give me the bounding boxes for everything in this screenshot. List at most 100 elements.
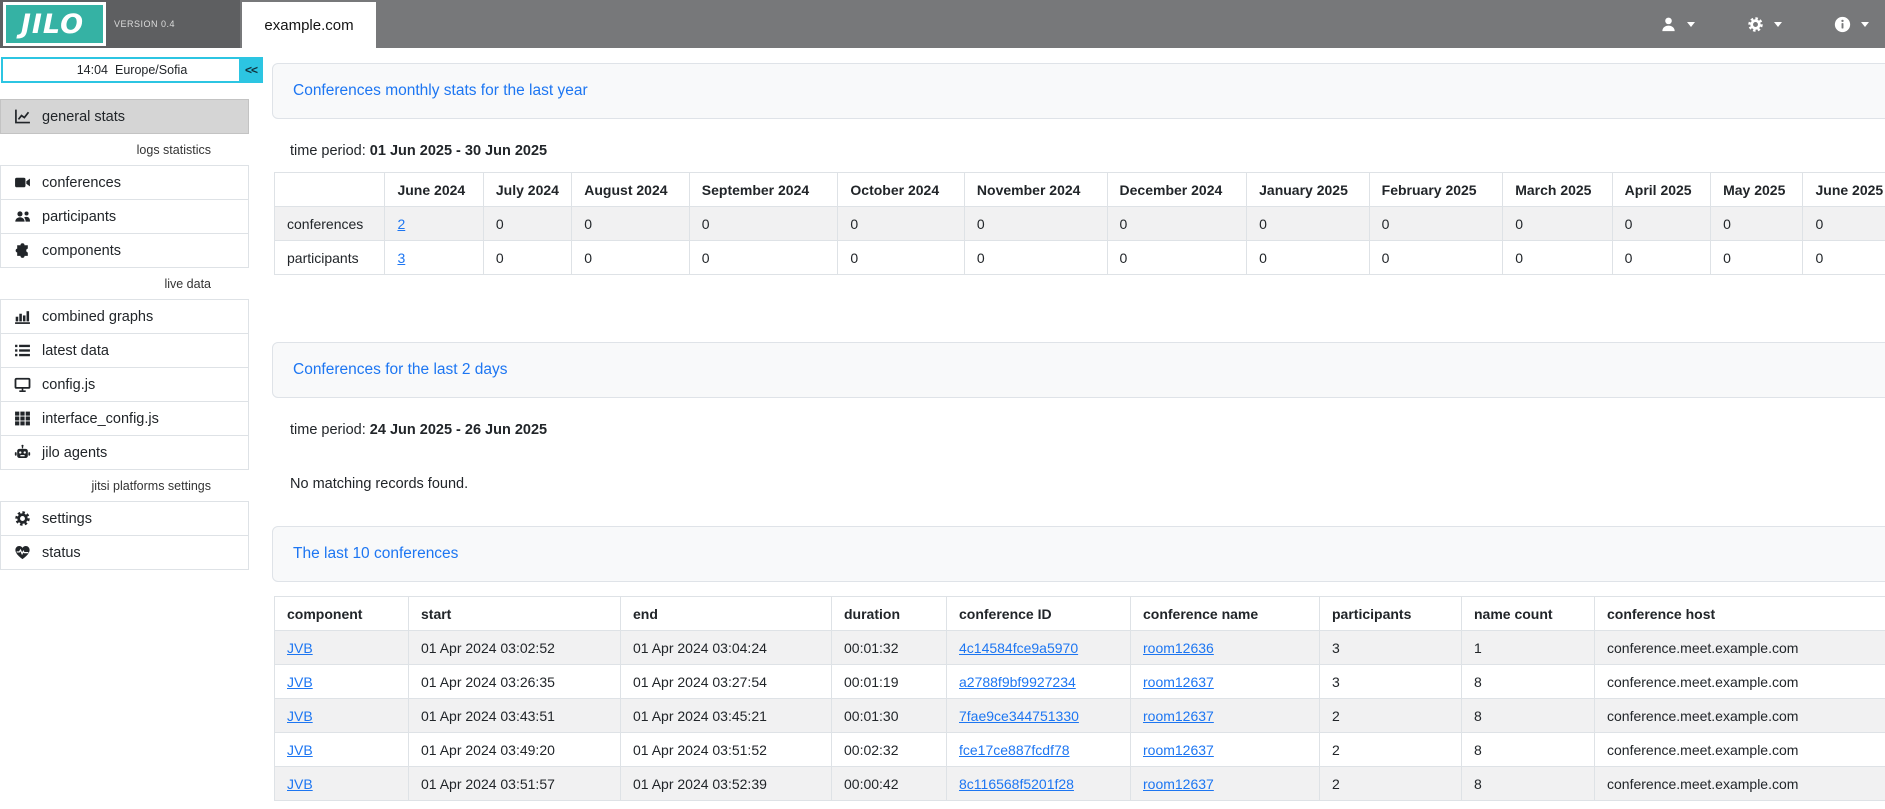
settings-menu[interactable] — [1747, 16, 1782, 33]
gear-icon — [1747, 16, 1764, 33]
sidebar-item-general-stats[interactable]: general stats — [0, 99, 249, 134]
table-link[interactable]: 2 — [397, 216, 405, 232]
conference-row: JVB01 Apr 2024 03:51:5701 Apr 2024 03:52… — [275, 767, 1885, 801]
monitor-icon — [14, 376, 31, 393]
sidebar-item-status[interactable]: status — [0, 535, 249, 570]
sidebar-item-config-js[interactable]: config.js — [0, 367, 249, 402]
stat-cell: 0 — [1247, 207, 1370, 241]
table-link[interactable]: JVB — [287, 776, 313, 792]
bar-chart-icon — [14, 308, 31, 325]
stat-cell: 0 — [1711, 241, 1803, 275]
table-link[interactable]: 7fae9ce344751330 — [959, 708, 1079, 724]
conference-cell: 8 — [1462, 699, 1595, 733]
sidebar-item-label: jilo agents — [42, 445, 107, 461]
table-link[interactable]: room12637 — [1143, 708, 1214, 724]
sidebar-item-combined-graphs[interactable]: combined graphs — [0, 299, 249, 334]
table-link[interactable]: 4c14584fce9a5970 — [959, 640, 1078, 656]
conference-cell: conference.meet.example.com — [1595, 733, 1885, 767]
stat-cell: 0 — [1612, 241, 1710, 275]
row-label: participants — [275, 241, 385, 275]
table-link[interactable]: room12636 — [1143, 640, 1214, 656]
sidebar-item-settings[interactable]: settings — [0, 501, 249, 536]
sidebar-item-participants[interactable]: participants — [0, 199, 249, 234]
time-period-value: 01 Jun 2025 - 30 Jun 2025 — [370, 143, 547, 159]
stat-cell: 0 — [572, 207, 690, 241]
month-column-header: May 2025 — [1711, 173, 1803, 207]
sidebar-item-latest-data[interactable]: latest data — [0, 333, 249, 368]
user-menu[interactable] — [1660, 16, 1695, 33]
section-title-monthly-stats: Conferences monthly stats for the last y… — [272, 63, 1885, 119]
table-link[interactable]: 3 — [397, 250, 405, 266]
stat-cell: 0 — [838, 241, 965, 275]
conference-row: JVB 01 Apr 2024 03:26:3501 Apr 2024 03:27… — [275, 665, 1885, 699]
column-header: name count — [1462, 597, 1595, 631]
table-link[interactable]: a2788f9bf9927234 — [959, 674, 1076, 690]
sidebar-item-label: participants — [42, 209, 116, 225]
conference-cell: 4c14584fce9a5970 — [947, 631, 1131, 665]
sidebar-item-label: status — [42, 545, 81, 561]
stat-cell: 0 — [483, 207, 571, 241]
conference-cell: 01 Apr 2024 03:27:54 — [621, 665, 832, 699]
table-link[interactable]: room12637 — [1143, 674, 1214, 690]
month-column-header: April 2025 — [1612, 173, 1710, 207]
sidebar: 14:04 Europe/Sofia << general statslogs … — [0, 48, 250, 809]
header-actions — [1660, 0, 1885, 48]
conference-cell: 1 — [1462, 631, 1595, 665]
conference-cell: 8 — [1462, 665, 1595, 699]
table-link[interactable]: room12637 — [1143, 742, 1214, 758]
month-column-header: December 2024 — [1107, 173, 1247, 207]
time-period-value: 24 Jun 2025 - 26 Jun 2025 — [370, 422, 547, 438]
table-link[interactable]: JVB — [287, 640, 313, 656]
stat-cell: 0 — [1803, 241, 1885, 275]
conference-cell: room12637 — [1131, 699, 1320, 733]
sidebar-menu: general stats logs statisticsconferences p… — [0, 100, 249, 570]
stat-cell: 0 — [1369, 241, 1503, 275]
conference-cell: 01 Apr 2024 03:26:35 — [409, 665, 621, 699]
sidebar-section-label: jitsi platforms settings — [0, 470, 249, 502]
sidebar-item-interface-config-js[interactable]: interface_config.js — [0, 401, 249, 436]
table-link[interactable]: JVB — [287, 708, 313, 724]
last-10-conferences-table: componentstartenddurationconference IDco… — [274, 596, 1885, 801]
info-menu[interactable] — [1834, 16, 1869, 33]
chart-line-icon — [14, 108, 31, 125]
conference-cell: 01 Apr 2024 03:51:52 — [621, 733, 832, 767]
header-brand-area: JILO VERSION 0.4 — [0, 0, 240, 48]
conference-cell: 01 Apr 2024 03:02:52 — [409, 631, 621, 665]
sidebar-item-components[interactable]: components — [0, 233, 249, 268]
conference-cell: 00:01:30 — [832, 699, 947, 733]
sidebar-item-jilo-agents[interactable]: jilo agents — [0, 435, 249, 470]
platform-tab[interactable]: example.com — [242, 2, 376, 48]
conference-row: JVB01 Apr 2024 03:02:5201 Apr 2024 03:04… — [275, 631, 1885, 665]
stat-cell: 0 — [1369, 207, 1503, 241]
month-column-header: September 2024 — [689, 173, 838, 207]
robot-icon — [14, 444, 31, 461]
conference-cell: 2 — [1320, 699, 1462, 733]
chevron-down-icon — [1774, 22, 1782, 27]
sidebar-item-conferences[interactable]: conferences — [0, 165, 249, 200]
conference-cell: 00:01:32 — [832, 631, 947, 665]
table-link[interactable]: room12637 — [1143, 776, 1214, 792]
conference-cell: room12637 — [1131, 733, 1320, 767]
table-link[interactable]: JVB — [287, 674, 313, 690]
conference-cell: 00:02:32 — [832, 733, 947, 767]
chevron-down-icon — [1687, 22, 1695, 27]
table-link[interactable]: JVB — [287, 742, 313, 758]
sidebar-collapse-button[interactable]: << — [239, 57, 263, 83]
conference-cell: conference.meet.example.com — [1595, 767, 1885, 801]
conference-cell: room12636 — [1131, 631, 1320, 665]
table-link[interactable]: fce17ce887fcdf78 — [959, 742, 1070, 758]
conference-cell: conference.meet.example.com — [1595, 665, 1885, 699]
column-header: duration — [832, 597, 947, 631]
section-title-last-10-conferences: The last 10 conferences — [272, 526, 1885, 582]
conference-cell: 3 — [1320, 665, 1462, 699]
clock-timezone: Europe/Sofia — [115, 63, 187, 77]
sidebar-item-label: settings — [42, 511, 92, 527]
section-title-last-2-days: Conferences for the last 2 days — [272, 342, 1885, 398]
sidebar-section-label: logs statistics — [0, 134, 249, 166]
table-link[interactable]: 8c116568f5201f28 — [959, 776, 1074, 792]
row-label: conferences — [275, 207, 385, 241]
puzzle-icon — [14, 242, 31, 259]
monthly-stats-table: June 2024July 2024August 2024September 2… — [274, 172, 1885, 275]
app-logo: JILO — [3, 2, 106, 46]
sidebar-item-label: general stats — [42, 109, 125, 125]
